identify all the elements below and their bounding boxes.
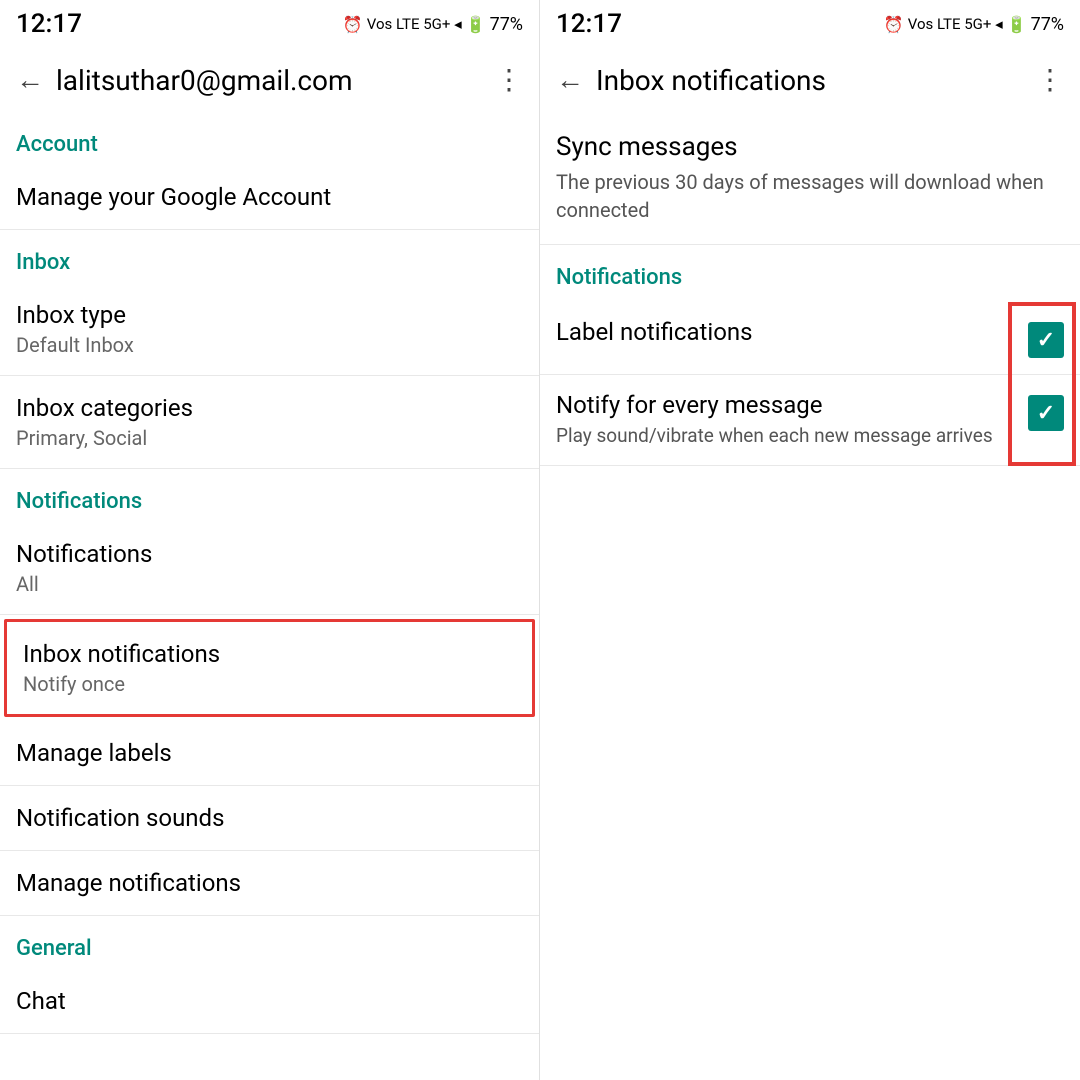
inbox-notifications-subtitle: Notify once — [23, 672, 516, 696]
inbox-type-item[interactable]: Inbox type Default Inbox — [0, 283, 539, 376]
notification-sounds-title: Notification sounds — [16, 804, 523, 832]
status-icons-right: ⏰ Vos LTE 5G+ ◂ 🔋 77% — [884, 14, 1064, 35]
back-button-right[interactable]: ← — [556, 66, 584, 94]
inbox-type-subtitle: Default Inbox — [16, 333, 523, 357]
label-notifications-checkbox[interactable] — [1028, 322, 1064, 358]
manage-labels-item[interactable]: Manage labels — [0, 721, 539, 786]
right-notifications-header: Notifications — [540, 245, 1080, 302]
battery-icon: 🔋 — [466, 15, 486, 34]
inbox-categories-item[interactable]: Inbox categories Primary, Social — [0, 376, 539, 469]
signal-icons: Vos LTE 5G+ ◂ — [367, 15, 462, 33]
inbox-notifications-title: Inbox notifications — [23, 640, 516, 668]
notifications-item[interactable]: Notifications All — [0, 522, 539, 615]
inbox-categories-subtitle: Primary, Social — [16, 426, 523, 450]
notifications-subtitle: All — [16, 572, 523, 596]
manage-notifications-item[interactable]: Manage notifications — [0, 851, 539, 916]
status-icons-left: ⏰ Vos LTE 5G+ ◂ 🔋 77% — [343, 14, 523, 35]
notify-every-message-subtitle: Play sound/vibrate when each new message… — [556, 423, 1028, 449]
notifications-section-header: Notifications — [0, 469, 539, 522]
battery-icon-right: 🔋 — [1007, 15, 1027, 34]
notifications-title: Notifications — [16, 540, 523, 568]
more-button-left[interactable]: ⋮ — [495, 66, 523, 94]
sync-section: Sync messages The previous 30 days of me… — [540, 112, 1080, 245]
more-button-right[interactable]: ⋮ — [1036, 66, 1064, 94]
chat-item[interactable]: Chat — [0, 969, 539, 1034]
status-bar-right: 12:17 ⏰ Vos LTE 5G+ ◂ 🔋 77% — [540, 0, 1080, 48]
label-notifications-title: Label notifications — [556, 318, 1028, 346]
back-button-left[interactable]: ← — [16, 66, 44, 94]
battery-percent-right: 77% — [1031, 14, 1064, 35]
notify-every-message-checkbox[interactable] — [1028, 395, 1064, 431]
manage-notifications-title: Manage notifications — [16, 869, 523, 897]
left-panel: 12:17 ⏰ Vos LTE 5G+ ◂ 🔋 77% ← lalitsutha… — [0, 0, 540, 1080]
alarm-icon: ⏰ — [343, 15, 363, 34]
notify-every-message-title: Notify for every message — [556, 391, 1028, 419]
notification-checkboxes-container: Label notifications Notify for every mes… — [540, 302, 1080, 466]
inbox-section-header: Inbox — [0, 230, 539, 283]
manage-labels-title: Manage labels — [16, 739, 523, 767]
toolbar-right: ← Inbox notifications ⋮ — [540, 48, 1080, 112]
inbox-notifications-item[interactable]: Inbox notifications Notify once — [4, 619, 535, 717]
notification-sounds-item[interactable]: Notification sounds — [0, 786, 539, 851]
right-panel: 12:17 ⏰ Vos LTE 5G+ ◂ 🔋 77% ← Inbox noti… — [540, 0, 1080, 1080]
sync-subtitle: The previous 30 days of messages will do… — [556, 168, 1064, 224]
time-left: 12:17 — [16, 9, 82, 39]
general-section-header: General — [0, 916, 539, 969]
manage-google-account-item[interactable]: Manage your Google Account — [0, 165, 539, 230]
toolbar-title-left: lalitsuthar0@gmail.com — [56, 64, 483, 97]
toolbar-left: ← lalitsuthar0@gmail.com ⋮ — [0, 48, 539, 112]
battery-percent-left: 77% — [490, 14, 523, 35]
toolbar-title-right: Inbox notifications — [596, 64, 1024, 97]
inbox-categories-title: Inbox categories — [16, 394, 523, 422]
notify-every-message-row[interactable]: Notify for every message Play sound/vibr… — [540, 375, 1080, 466]
inbox-type-title: Inbox type — [16, 301, 523, 329]
notify-every-message-content: Notify for every message Play sound/vibr… — [556, 391, 1028, 449]
label-notifications-content: Label notifications — [556, 318, 1028, 346]
sync-title: Sync messages — [556, 132, 1064, 162]
manage-google-account-title: Manage your Google Account — [16, 183, 523, 211]
account-section-header: Account — [0, 112, 539, 165]
label-notifications-row[interactable]: Label notifications — [540, 302, 1080, 375]
alarm-icon-right: ⏰ — [884, 15, 904, 34]
status-bar-left: 12:17 ⏰ Vos LTE 5G+ ◂ 🔋 77% — [0, 0, 539, 48]
chat-title: Chat — [16, 987, 523, 1015]
time-right: 12:17 — [556, 9, 622, 39]
signal-icons-right: Vos LTE 5G+ ◂ — [908, 15, 1003, 33]
